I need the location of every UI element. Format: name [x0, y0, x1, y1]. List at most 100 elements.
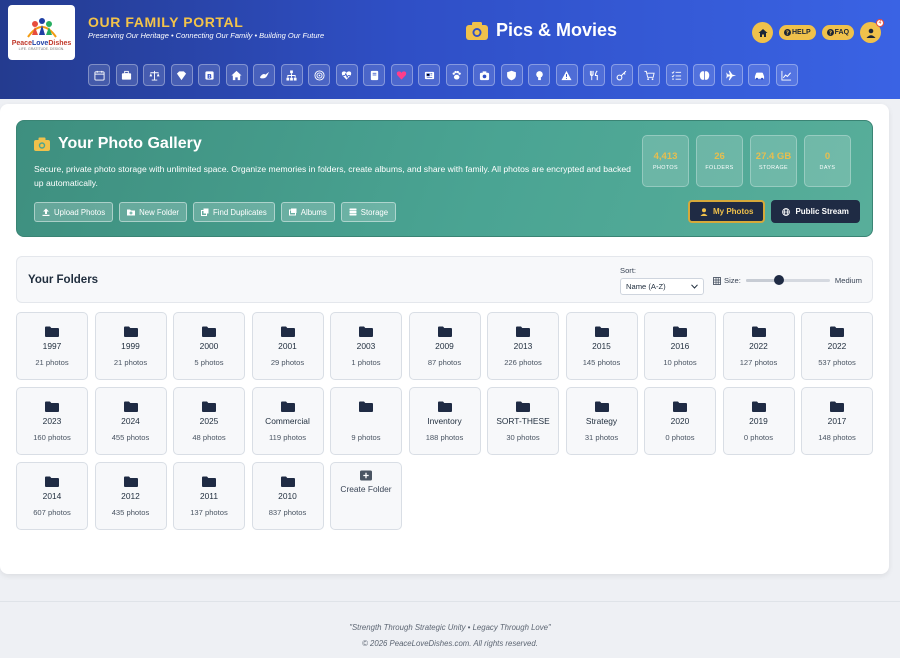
folder-card[interactable]: 2019 0 photos — [722, 387, 795, 455]
nav-target-button[interactable] — [308, 64, 330, 86]
site-header: PeaceLoveDishes LIFE. GRATITUDE. DESIGN.… — [0, 0, 900, 99]
find-duplicates-button[interactable]: Find Duplicates — [193, 202, 275, 222]
public-stream-button[interactable]: Public Stream — [771, 200, 860, 223]
nav-gem-button[interactable] — [170, 64, 193, 86]
help-button[interactable]: ? HELP — [779, 25, 816, 40]
folder-card[interactable]: SORT-THESE 30 photos — [487, 387, 559, 455]
nav-home-button[interactable] — [225, 64, 248, 86]
folder-card[interactable]: Strategy 31 photos — [565, 387, 638, 455]
top-actions: ? HELP ? FAQ 4 — [752, 19, 885, 43]
folder-card[interactable]: 9 photos — [330, 387, 402, 455]
folder-card[interactable]: 2025 48 photos — [173, 387, 245, 455]
nav-book-button[interactable] — [363, 64, 385, 86]
nav-briefcase-button[interactable] — [115, 64, 138, 86]
site-logo[interactable]: PeaceLoveDishes LIFE. GRATITUDE. DESIGN. — [8, 5, 75, 60]
stat-label: STORAGE — [758, 165, 789, 171]
folder-card[interactable]: 2013 226 photos — [487, 312, 559, 380]
folder-name: 2016 — [670, 340, 690, 351]
folder-card[interactable]: 2020 0 photos — [644, 387, 716, 455]
albums-button[interactable]: Albums — [280, 202, 335, 222]
size-slider[interactable] — [745, 275, 830, 285]
folder-card[interactable]: 1999 21 photos — [94, 312, 167, 380]
folder-card[interactable]: 2022 127 photos — [722, 312, 795, 380]
folder-card[interactable]: 2024 455 photos — [94, 387, 167, 455]
folder-card[interactable]: 2010 837 photos — [251, 462, 324, 530]
folder-name: 2011 — [199, 490, 218, 501]
folder-card[interactable]: 2023 160 photos — [16, 387, 88, 455]
folder-icon — [359, 401, 373, 412]
portal-title[interactable]: OUR FAMILY PORTAL — [88, 14, 243, 30]
folder-card[interactable]: 2009 87 photos — [408, 312, 481, 380]
stat-value: 26 — [714, 151, 725, 162]
nav-newspaper-button[interactable] — [418, 64, 440, 86]
checklist-icon — [671, 70, 682, 80]
site-footer: "Strength Through Strategic Unity • Lega… — [0, 601, 900, 658]
folder-card[interactable]: 1997 21 photos — [16, 312, 88, 380]
gallery-stats: 4,413 PHOTOS 26 FOLDERS 27.4 GB STORAGE … — [642, 135, 851, 187]
folder-card[interactable]: 2012 435 photos — [94, 462, 167, 530]
albums-label: Albums — [300, 207, 327, 217]
nav-blog-button[interactable]: B — [198, 64, 220, 86]
nav-heart-button[interactable] — [390, 64, 413, 86]
nav-heart-pulse-button[interactable] — [335, 64, 358, 86]
nav-brain-button[interactable] — [693, 64, 715, 86]
nav-warning-button[interactable] — [555, 64, 578, 86]
folder-name: 2000 — [199, 340, 219, 351]
nav-sitemap-button[interactable] — [280, 64, 303, 86]
folder-photo-count: 9 photos — [351, 432, 381, 442]
nav-plane-button[interactable] — [720, 64, 743, 86]
folder-icon — [202, 326, 216, 337]
folder-card[interactable]: Commercial 119 photos — [251, 387, 324, 455]
upload-icon — [42, 208, 50, 216]
nav-calendar-button[interactable] — [88, 64, 110, 86]
target-icon — [313, 69, 325, 81]
size-slider-thumb[interactable] — [774, 275, 785, 285]
folder-photo-count: 5 photos — [194, 357, 224, 367]
footer-copyright: © 2026 PeaceLoveDishes.com. All rights r… — [362, 639, 538, 648]
nav-camera-button[interactable] — [473, 64, 495, 86]
folder-icon — [280, 326, 295, 337]
folder-card[interactable]: 2022 537 photos — [801, 312, 873, 380]
folder-card[interactable]: 2011 137 photos — [173, 462, 245, 530]
newspaper-icon — [424, 71, 434, 79]
nav-cart-button[interactable] — [638, 64, 660, 86]
nav-checklist-button[interactable] — [665, 64, 688, 86]
folder-card[interactable]: Inventory 188 photos — [408, 387, 481, 455]
my-photos-button[interactable]: My Photos — [688, 200, 766, 223]
folder-name: 2017 — [827, 415, 847, 426]
folder-card[interactable]: 2014 607 photos — [16, 462, 88, 530]
public-stream-label: Public Stream — [795, 207, 849, 216]
nav-key-button[interactable] — [610, 64, 633, 86]
folder-card[interactable]: 2001 29 photos — [251, 312, 324, 380]
database-icon — [349, 208, 357, 216]
nav-utensils-button[interactable] — [583, 64, 605, 86]
user-account-button[interactable]: 4 — [860, 19, 885, 43]
nav-chart-button[interactable] — [775, 64, 798, 86]
upload-photos-button[interactable]: Upload Photos — [34, 202, 114, 222]
nav-paw-button[interactable] — [445, 64, 468, 86]
new-folder-button[interactable]: New Folder — [119, 202, 188, 222]
folder-photo-count: 145 photos — [582, 357, 621, 367]
folder-name: SORT-THESE — [496, 415, 550, 426]
storage-button[interactable]: Storage — [340, 202, 397, 222]
create-folder-button[interactable]: Create Folder — [330, 462, 402, 530]
folder-card[interactable]: 2015 145 photos — [565, 312, 638, 380]
nav-lightbulb-button[interactable] — [528, 64, 550, 86]
folder-card[interactable]: 2016 10 photos — [644, 312, 716, 380]
cart-icon — [643, 70, 655, 80]
folder-card[interactable]: 2017 148 photos — [801, 387, 873, 455]
folder-card[interactable]: 2003 1 photos — [330, 312, 402, 380]
stat-label: FOLDERS — [705, 165, 734, 171]
folder-photo-count: 87 photos — [427, 357, 462, 367]
folder-icon — [202, 476, 216, 487]
book-icon — [370, 70, 378, 80]
folder-photo-count: 837 photos — [268, 507, 307, 517]
folder-card[interactable]: 2000 5 photos — [173, 312, 245, 380]
nav-shield-button[interactable] — [500, 64, 523, 86]
nav-scale-button[interactable] — [143, 64, 165, 86]
sort-select[interactable]: Name (A-Z) — [620, 278, 704, 295]
faq-button[interactable]: ? FAQ — [821, 25, 855, 40]
home-button[interactable] — [752, 22, 773, 43]
nav-car-button[interactable] — [748, 64, 770, 86]
nav-bird-button[interactable] — [253, 64, 275, 86]
